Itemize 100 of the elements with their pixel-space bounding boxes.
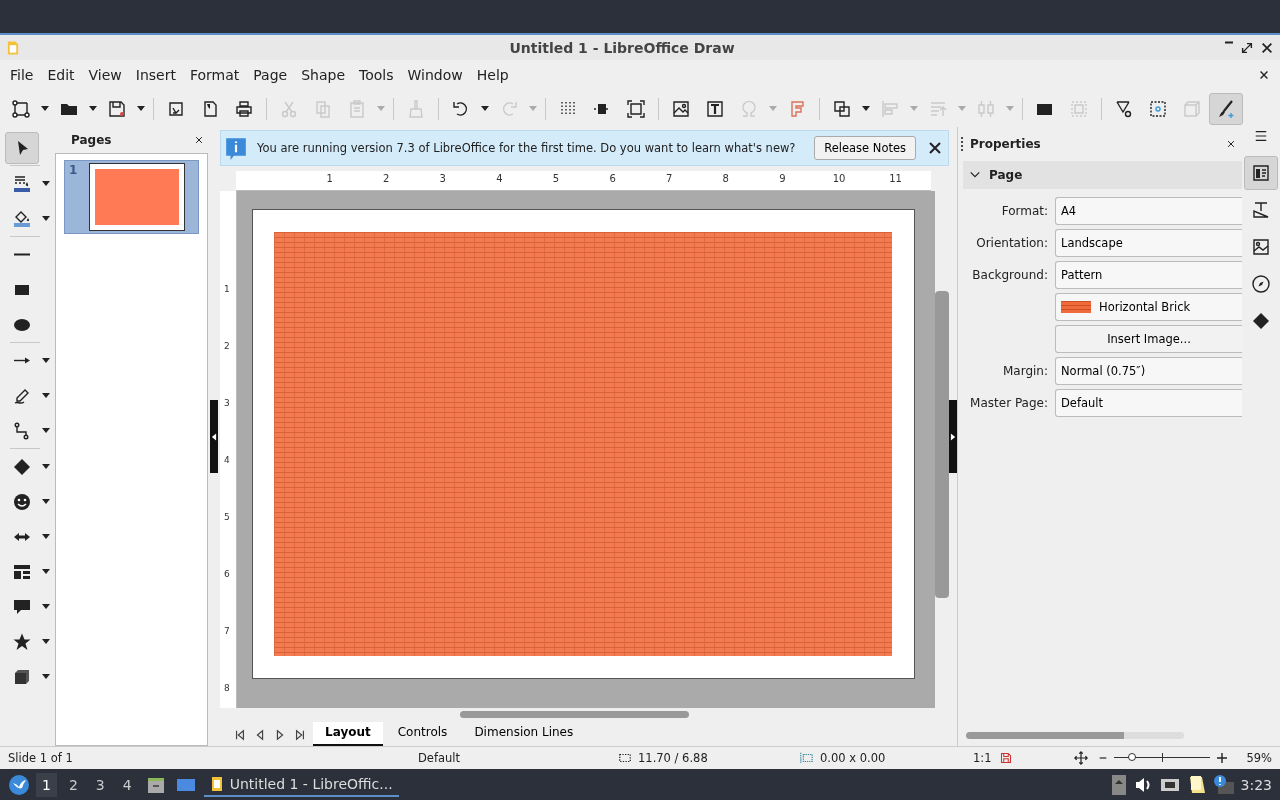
menu-item[interactable]: Insert	[128, 63, 183, 87]
distribute-icon	[976, 98, 996, 119]
arrow-icon	[12, 357, 32, 364]
copy-icon	[313, 98, 333, 119]
compass-icon	[1251, 274, 1271, 294]
menu-icon	[1254, 129, 1268, 143]
scale-readout: 1:1	[973, 751, 992, 765]
panel-title: Pages	[71, 133, 113, 147]
field-label: Orientation:	[975, 236, 1048, 250]
draw-functions-button[interactable]	[1209, 92, 1243, 125]
close-icon	[194, 135, 204, 145]
move-arrows-icon	[1074, 751, 1089, 765]
taskbar-task[interactable]: Untitled 1 - LibreOffic...	[203, 772, 399, 797]
horizontal-scrollbar[interactable]	[966, 731, 1184, 739]
close-icon	[1258, 69, 1270, 81]
printer-icon	[234, 98, 254, 119]
dropdown-field[interactable]: Default	[1055, 389, 1242, 417]
brush-icon	[1216, 98, 1236, 119]
section-header[interactable]: Page	[963, 161, 1242, 189]
line-color-icon	[12, 173, 32, 194]
horizontal-scrollbar[interactable]	[460, 710, 689, 718]
dropdown-field[interactable]: A4	[1055, 197, 1242, 225]
field-label: Margin:	[1001, 364, 1048, 378]
workspace-button[interactable]: 2	[62, 772, 84, 797]
arrow-icon	[274, 728, 286, 742]
menu-item[interactable]: Edit	[40, 63, 82, 87]
close-icon	[1260, 40, 1274, 55]
collapse-handle[interactable]	[949, 400, 957, 473]
arrow-icon	[254, 728, 266, 742]
menu-item[interactable]: View	[81, 63, 129, 87]
pen-node-icon	[1114, 98, 1134, 119]
close-panel-button[interactable]	[1226, 139, 1236, 149]
text-box-icon	[705, 98, 725, 119]
release-notes-button[interactable]: Release Notes	[814, 136, 916, 160]
page-number: 1	[69, 163, 79, 177]
layer-tab[interactable]: Dimension Lines	[462, 722, 586, 746]
workspace-button[interactable]: 1	[36, 772, 57, 797]
menu-item[interactable]: Help	[469, 63, 516, 87]
ruler-number: 2	[383, 173, 390, 184]
maximize-icon	[1240, 40, 1254, 55]
omega-icon	[739, 98, 759, 119]
ruler-number: 7	[224, 626, 230, 636]
menu-item[interactable]: File	[3, 63, 41, 87]
triangle-right-icon	[950, 431, 956, 442]
zoom-percentage: 59%	[1246, 751, 1272, 765]
menu-item[interactable]: Page	[246, 63, 295, 87]
dropdown-field[interactable]: Landscape	[1055, 229, 1242, 257]
ruler-number: 5	[552, 173, 560, 184]
ruler-number: 1	[224, 284, 230, 294]
close-infobar-button[interactable]	[926, 141, 944, 155]
smiley-icon	[12, 491, 32, 512]
zoom-frame-icon	[626, 98, 646, 119]
menu-item[interactable]: Tools	[352, 63, 401, 87]
diamond-icon	[1251, 311, 1271, 331]
select-button[interactable]	[5, 131, 39, 164]
zoom-slider-thumb[interactable]	[1127, 753, 1136, 761]
properties-icon	[1251, 163, 1271, 183]
workspace-button[interactable]: 4	[116, 772, 138, 797]
ruler-number: 6	[224, 569, 230, 579]
sidebar-menu-button[interactable]	[1254, 129, 1268, 143]
insert-image-button[interactable]: Insert Image...	[1055, 325, 1242, 353]
layer-tab[interactable]: Layout	[313, 722, 383, 746]
close-panel-button[interactable]	[194, 135, 204, 145]
maximize-button[interactable]	[1240, 40, 1254, 55]
ruler-number: 5	[224, 512, 230, 522]
pattern-dropdown[interactable]: Horizontal Brick	[1055, 293, 1242, 321]
close-icon	[928, 141, 942, 155]
layer-tab[interactable]: Controls	[385, 722, 460, 746]
ruler-number: 9	[779, 173, 786, 184]
document-icon	[6, 39, 20, 56]
section-title: Page	[989, 168, 1023, 182]
menu-item[interactable]: Format	[182, 63, 247, 87]
dropdown-field[interactable]: Pattern	[1055, 261, 1242, 289]
position-icon	[618, 751, 632, 765]
align-left-icon	[880, 98, 900, 119]
triangle-left-icon	[211, 431, 217, 442]
ruler-number: 3	[224, 398, 230, 408]
field-label: Format:	[1000, 204, 1048, 218]
ruler-number: 4	[224, 455, 230, 465]
info-icon	[225, 136, 247, 160]
grip-icon	[960, 136, 964, 152]
close-icon	[1226, 139, 1236, 149]
ruler-number: 8	[722, 173, 729, 184]
ruler-number: 1	[326, 173, 333, 184]
size-readout: 0.00 x 0.00	[820, 751, 886, 765]
menu-item[interactable]: Shape	[294, 63, 353, 87]
collapse-handle[interactable]	[210, 400, 218, 473]
notification-icon	[1212, 773, 1235, 796]
workspace-button[interactable]: 3	[89, 772, 111, 797]
panel-title: Properties	[970, 137, 1042, 151]
vertical-scrollbar[interactable]	[935, 291, 949, 598]
ruler-number: 4	[496, 173, 503, 184]
dropdown-field[interactable]: Normal (0.75″)	[1055, 357, 1242, 385]
menu-item[interactable]: Window	[400, 63, 470, 87]
close-button[interactable]	[1260, 40, 1274, 55]
zoom-in-button[interactable]	[1216, 752, 1229, 764]
document-icon	[209, 776, 224, 792]
text-style-icon	[1251, 200, 1271, 220]
image-icon	[1251, 237, 1271, 257]
properties-tab[interactable]	[1244, 156, 1278, 190]
